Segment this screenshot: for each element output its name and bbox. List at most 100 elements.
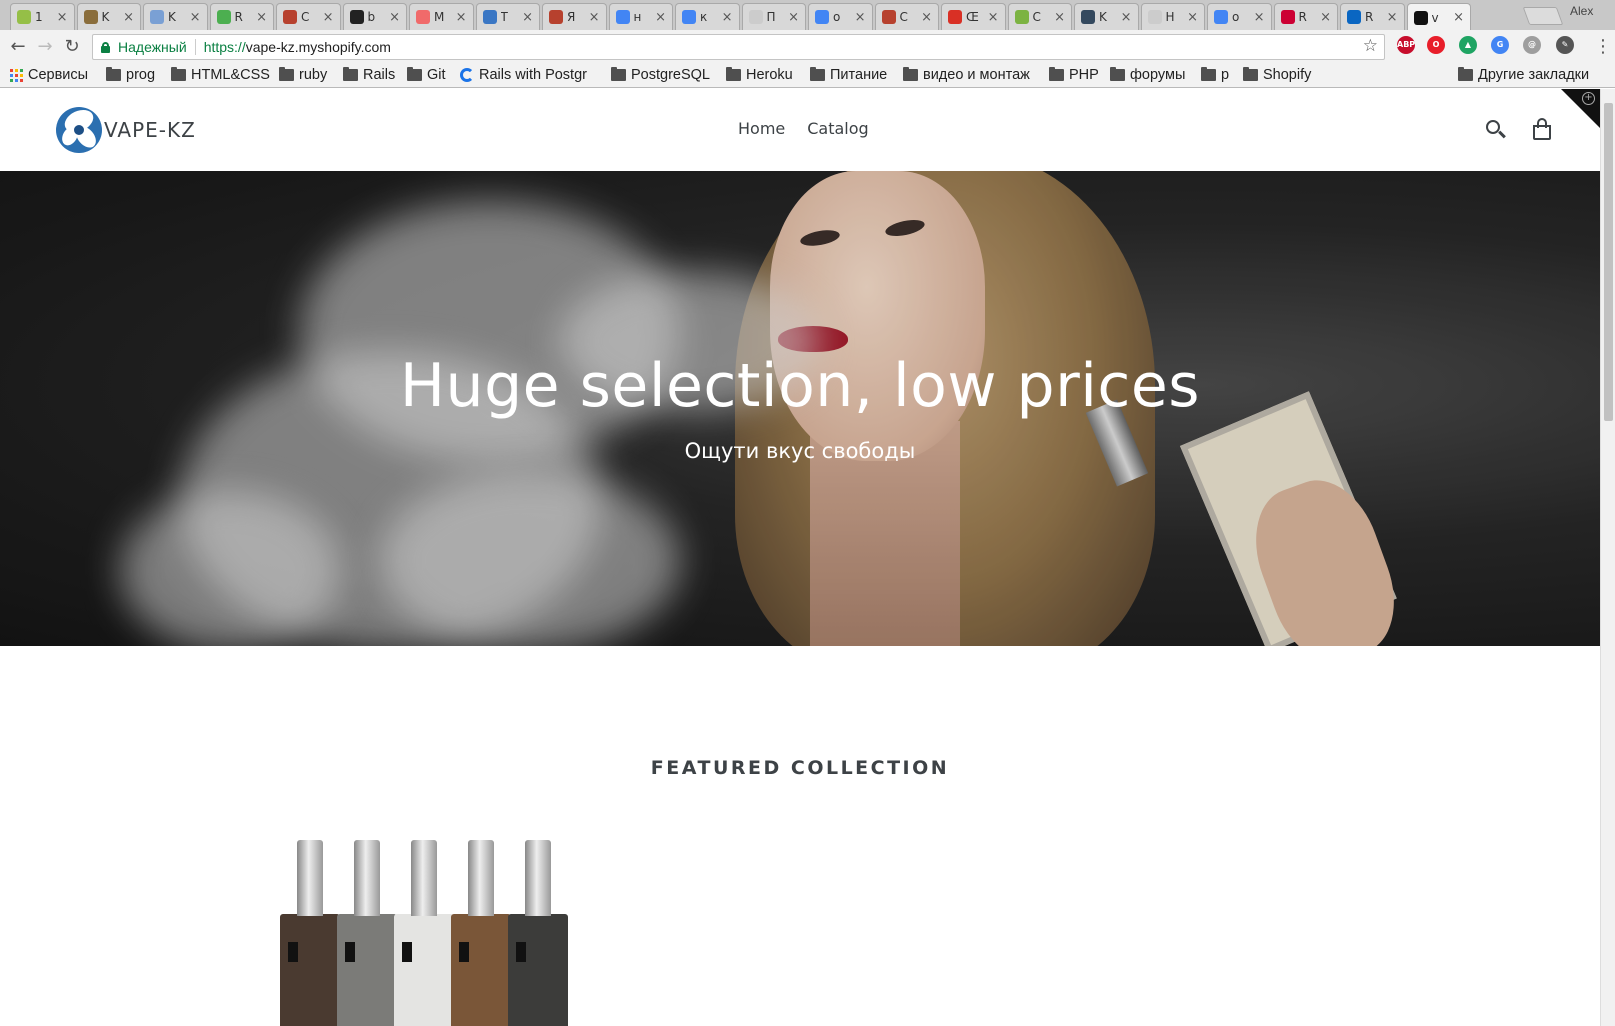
- browser-menu-icon[interactable]: ⋮: [1594, 36, 1612, 57]
- cart-icon[interactable]: [1531, 117, 1553, 141]
- bookmark-item[interactable]: форумы: [1110, 67, 1185, 83]
- browser-tab[interactable]: C ×: [874, 3, 939, 30]
- tab-close-icon[interactable]: ×: [988, 10, 999, 25]
- forward-icon[interactable]: →: [35, 37, 55, 57]
- bookmark-item[interactable]: видео и монтаж: [903, 67, 1030, 83]
- tab-close-icon[interactable]: ×: [1187, 10, 1198, 25]
- bookmark-item[interactable]: p: [1201, 67, 1229, 83]
- at-icon[interactable]: @: [1523, 36, 1541, 54]
- browser-tab[interactable]: R ×: [209, 3, 274, 30]
- folder-icon: [1458, 67, 1473, 81]
- folder-icon: [726, 67, 741, 81]
- bookmarks-bar: Сервисы prog HTML&CSS ruby Rails Git Rails wit…: [0, 64, 1615, 88]
- logo-text: VAPE-KZ: [104, 118, 196, 142]
- nav-home-link[interactable]: Home: [738, 119, 785, 138]
- bookmark-label: p: [1221, 67, 1230, 83]
- tab-close-icon[interactable]: ×: [589, 10, 600, 25]
- product-card[interactable]: [280, 840, 578, 1026]
- bookmark-item[interactable]: Питание: [810, 67, 887, 83]
- tab-close-icon[interactable]: ×: [323, 10, 334, 25]
- bookmark-item[interactable]: Heroku: [726, 67, 793, 83]
- store-logo[interactable]: VAPE-KZ: [56, 107, 196, 153]
- tab-close-icon[interactable]: ×: [1387, 10, 1398, 25]
- bookmark-item[interactable]: Сервисы: [10, 67, 88, 83]
- tab-favicon-icon: [216, 10, 231, 24]
- bookmark-item[interactable]: PostgreSQL: [611, 67, 710, 83]
- tab-close-icon[interactable]: ×: [123, 10, 134, 25]
- nav-catalog-link[interactable]: Catalog: [807, 119, 868, 138]
- tab-close-icon[interactable]: ×: [389, 10, 400, 25]
- browser-tab[interactable]: Я ×: [542, 3, 607, 30]
- back-icon[interactable]: ←: [8, 37, 28, 57]
- bookmark-label: Shopify: [1263, 67, 1312, 83]
- eyedropper-icon[interactable]: ✎: [1556, 36, 1574, 54]
- tab-close-icon[interactable]: ×: [1121, 10, 1132, 25]
- tab-favicon-icon: [615, 10, 630, 24]
- tab-close-icon[interactable]: ×: [1254, 10, 1265, 25]
- bookmark-item[interactable]: HTML&CSS: [171, 67, 270, 83]
- adblock-plus-icon[interactable]: ABP: [1397, 36, 1415, 54]
- bookmark-item[interactable]: Shopify: [1243, 67, 1311, 83]
- google-drive-icon[interactable]: ▲: [1459, 36, 1477, 54]
- other-bookmarks[interactable]: Другие закладки: [1458, 67, 1589, 83]
- browser-tab[interactable]: C ×: [1007, 3, 1072, 30]
- tab-close-icon[interactable]: ×: [456, 10, 467, 25]
- browser-tab[interactable]: к ×: [675, 3, 740, 30]
- scrollbar-thumb[interactable]: [1604, 103, 1613, 421]
- profile-button[interactable]: Alex: [1570, 4, 1593, 18]
- browser-tab[interactable]: 1 ×: [10, 3, 75, 30]
- bookmark-item[interactable]: Rails with Postgr: [460, 67, 587, 83]
- browser-tab[interactable]: K ×: [143, 3, 208, 30]
- tab-close-icon[interactable]: ×: [855, 10, 866, 25]
- bookmark-item[interactable]: Rails: [343, 67, 395, 83]
- tab-close-icon[interactable]: ×: [788, 10, 799, 25]
- bookmark-label: prog: [126, 67, 156, 83]
- tab-close-icon[interactable]: ×: [722, 10, 733, 25]
- browser-tab[interactable]: Œ ×: [941, 3, 1006, 30]
- browser-tab[interactable]: K ×: [1074, 3, 1139, 30]
- bookmark-star-icon[interactable]: ☆: [1363, 36, 1378, 56]
- tab-close-icon[interactable]: ×: [921, 10, 932, 25]
- tab-close-icon[interactable]: ×: [57, 10, 68, 25]
- browser-tab[interactable]: H ×: [1140, 3, 1205, 30]
- browser-tab[interactable]: o ×: [1207, 3, 1272, 30]
- translate-icon[interactable]: G: [1491, 36, 1509, 54]
- tab-close-icon[interactable]: ×: [1054, 10, 1065, 25]
- tab-close-icon[interactable]: ×: [522, 10, 533, 25]
- main-nav: Home Catalog: [738, 119, 869, 138]
- tab-close-icon[interactable]: ×: [1453, 10, 1464, 25]
- browser-tab[interactable]: R ×: [1340, 3, 1405, 30]
- folder-icon: [279, 67, 294, 81]
- browser-tab[interactable]: o ×: [808, 3, 873, 30]
- page-scrollbar[interactable]: [1600, 89, 1615, 1026]
- browser-tab[interactable]: C ×: [276, 3, 341, 30]
- tab-title: o: [1232, 10, 1240, 24]
- reload-icon[interactable]: ↻: [62, 37, 82, 57]
- browser-tab[interactable]: M ×: [409, 3, 474, 30]
- browser-tab[interactable]: R ×: [1273, 3, 1338, 30]
- bookmark-item[interactable]: prog: [106, 67, 155, 83]
- bookmark-item[interactable]: PHP: [1049, 67, 1099, 83]
- tab-favicon-icon: [815, 10, 829, 24]
- browser-tab[interactable]: П ×: [741, 3, 806, 30]
- browser-tab[interactable]: K ×: [76, 3, 141, 30]
- new-tab-button[interactable]: [1522, 7, 1564, 25]
- tab-close-icon[interactable]: ×: [655, 10, 666, 25]
- product-image-mod: [337, 840, 397, 1026]
- browser-tab[interactable]: v ×: [1406, 3, 1471, 30]
- search-icon[interactable]: [1484, 118, 1508, 142]
- browser-tab[interactable]: b ×: [342, 3, 407, 30]
- admin-plus-icon[interactable]: +: [1582, 92, 1595, 105]
- folder-icon: [407, 67, 422, 81]
- bookmark-item[interactable]: ruby: [279, 67, 327, 83]
- address-bar[interactable]: Надежный https://vape-kz.myshopify.com ☆: [92, 34, 1385, 60]
- browser-tab[interactable]: н ×: [608, 3, 673, 30]
- opera-icon[interactable]: O: [1427, 36, 1445, 54]
- tab-close-icon[interactable]: ×: [190, 10, 201, 25]
- tab-close-icon[interactable]: ×: [1320, 10, 1331, 25]
- tab-close-icon[interactable]: ×: [256, 10, 267, 25]
- browser-tab[interactable]: T ×: [475, 3, 540, 30]
- admin-bar-toggle[interactable]: [1561, 89, 1601, 129]
- product-image-mod: [394, 840, 454, 1026]
- bookmark-item[interactable]: Git: [407, 67, 446, 83]
